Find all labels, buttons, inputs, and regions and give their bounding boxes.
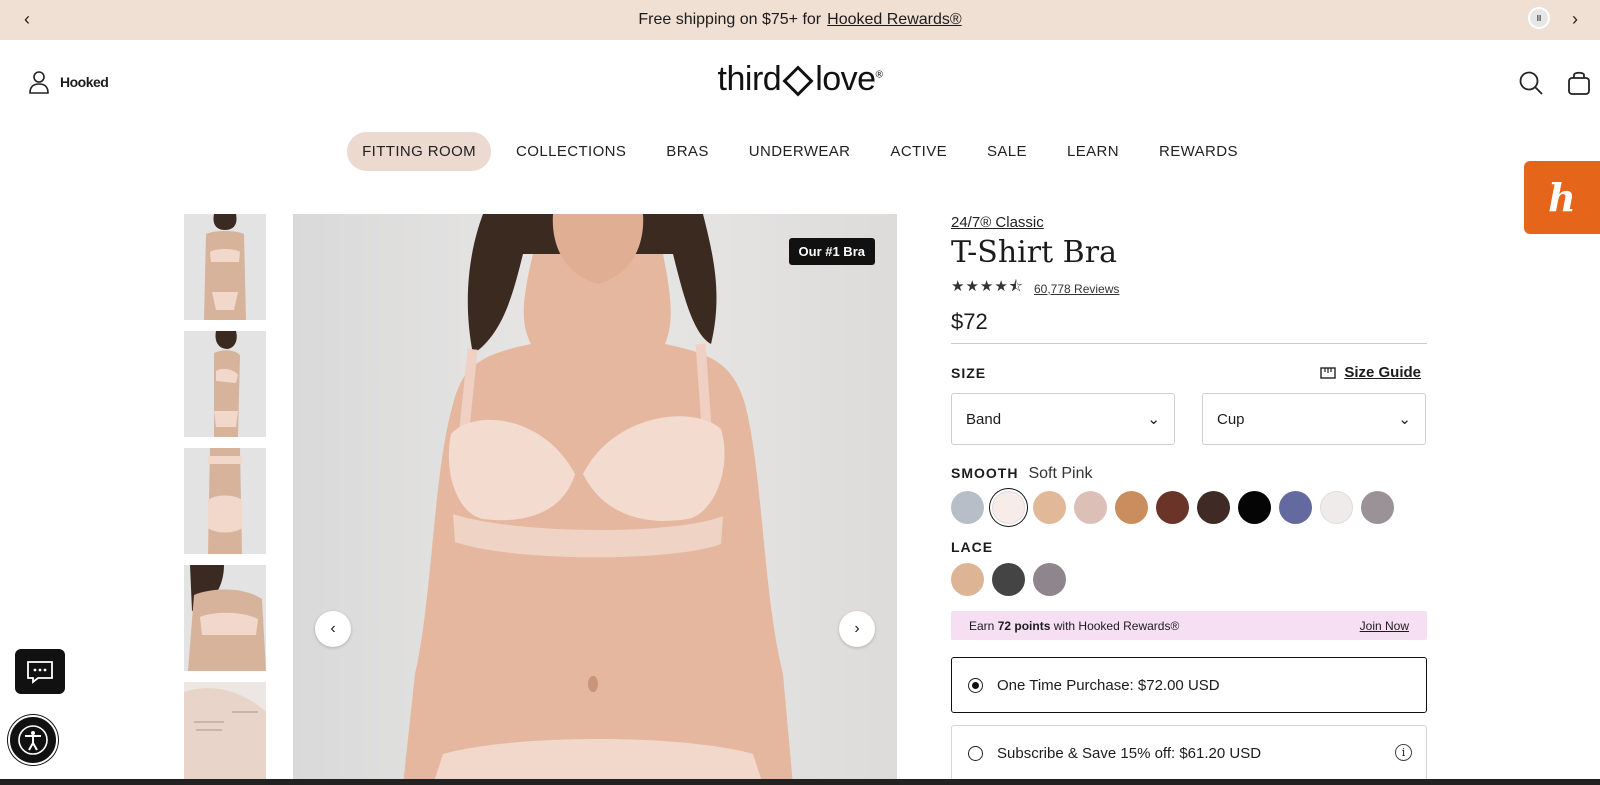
promo-text: Free shipping on $75+ for xyxy=(638,11,822,28)
rewards-post: with Hooked Rewards® xyxy=(1053,618,1180,633)
chat-icon xyxy=(27,660,53,684)
smooth-color-swatch[interactable] xyxy=(1156,491,1189,524)
chevron-right-icon: › xyxy=(854,620,860,637)
lace-color-swatch[interactable] xyxy=(1033,563,1066,596)
product-price: $72 xyxy=(951,309,1427,344)
star-rating-icon: ★★★★⯪ xyxy=(951,278,1024,295)
promo-link[interactable]: Hooked Rewards® xyxy=(827,11,962,29)
product-thumbnail[interactable] xyxy=(184,331,266,437)
logo-diamond-icon xyxy=(782,65,814,97)
accessibility-button[interactable] xyxy=(8,715,58,765)
radio-selected-icon xyxy=(968,677,983,693)
nav-bras[interactable]: BRAS xyxy=(651,132,723,171)
size-label: SIZE xyxy=(951,364,987,381)
smooth-color-swatch[interactable] xyxy=(1074,491,1107,524)
product-thumbnail[interactable] xyxy=(184,214,266,320)
accessibility-icon xyxy=(18,725,48,755)
rewards-text: Earn 72 points with Hooked Rewards® xyxy=(969,619,1179,633)
lace-label: LACE xyxy=(951,539,994,555)
search-icon[interactable] xyxy=(1518,70,1544,96)
nav-active[interactable]: ACTIVE xyxy=(875,132,962,171)
smooth-color-swatch[interactable] xyxy=(1279,491,1312,524)
nav-fitting-room[interactable]: FITTING ROOM xyxy=(347,132,492,171)
size-guide-link[interactable]: Size Guide xyxy=(1320,364,1421,381)
chevron-down-icon: ⌄ xyxy=(1147,411,1160,428)
cup-select-value: Cup xyxy=(1217,410,1245,428)
product-badge: Our #1 Bra xyxy=(788,238,875,265)
band-select[interactable]: Band ⌄ xyxy=(951,393,1175,445)
rewards-pre: Earn xyxy=(969,618,995,633)
rating: ★★★★⯪ 60,778 Reviews xyxy=(951,276,1427,301)
product-thumbnail[interactable] xyxy=(184,565,266,671)
one-time-purchase-label: One Time Purchase: $72.00 USD xyxy=(997,676,1220,694)
band-select-value: Band xyxy=(966,410,1002,428)
lace-swatch-list xyxy=(951,563,1427,596)
smooth-color-swatch[interactable] xyxy=(951,491,984,524)
reviews-link[interactable]: 60,778 Reviews xyxy=(1034,282,1119,296)
smooth-color-swatch[interactable] xyxy=(1033,491,1066,524)
cart-icon[interactable] xyxy=(1566,70,1592,96)
chevron-left-icon: ‹ xyxy=(330,620,336,637)
info-icon[interactable]: i xyxy=(1395,744,1412,761)
logo-mark: ® xyxy=(875,69,883,81)
nav-learn[interactable]: LEARN xyxy=(1052,132,1134,171)
collection-link[interactable]: 24/7® Classic xyxy=(951,214,1427,231)
smooth-color-swatch[interactable] xyxy=(1197,491,1230,524)
one-time-purchase-option[interactable]: One Time Purchase: $72.00 USD xyxy=(951,657,1427,713)
main-nav: FITTING ROOM COLLECTIONS BRAS UNDERWEAR … xyxy=(0,132,1600,171)
model-photo xyxy=(403,214,793,785)
radio-icon xyxy=(968,745,983,761)
smooth-color-swatch[interactable] xyxy=(992,491,1025,524)
size-guide-label: Size Guide xyxy=(1344,364,1421,381)
join-now-link[interactable]: Join Now xyxy=(1360,619,1409,633)
bottom-bar xyxy=(0,779,1600,785)
smooth-color-swatch[interactable] xyxy=(1320,491,1353,524)
smooth-color-swatch[interactable] xyxy=(1238,491,1271,524)
ruler-icon xyxy=(1320,366,1337,379)
lace-color-swatch[interactable] xyxy=(992,563,1025,596)
cup-select[interactable]: Cup ⌄ xyxy=(1202,393,1426,445)
lace-color-swatch[interactable] xyxy=(951,563,984,596)
product-thumbnail[interactable] xyxy=(184,448,266,554)
chevron-left-icon[interactable]: ‹ xyxy=(16,8,38,30)
promo-bar: ‹ Free shipping on $75+ for Hooked Rewar… xyxy=(0,0,1600,40)
smooth-label: SMOOTH xyxy=(951,465,1019,481)
honey-logo-icon: h xyxy=(1548,175,1576,220)
nav-sale[interactable]: SALE xyxy=(972,132,1042,171)
chevron-right-icon[interactable]: › xyxy=(1564,8,1586,30)
chat-button[interactable] xyxy=(15,649,65,694)
nav-underwear[interactable]: UNDERWEAR xyxy=(734,132,866,171)
logo-text-left: third xyxy=(717,60,782,98)
smooth-color-swatch[interactable] xyxy=(1115,491,1148,524)
rewards-points: 72 points xyxy=(997,618,1051,633)
product-main-image: Our #1 Bra ‹ › xyxy=(293,214,897,785)
nav-rewards[interactable]: REWARDS xyxy=(1144,132,1253,171)
carousel-prev-button[interactable]: ‹ xyxy=(315,611,351,647)
rewards-banner: Earn 72 points with Hooked Rewards® Join… xyxy=(951,611,1427,640)
smooth-color-swatch[interactable] xyxy=(1361,491,1394,524)
logo-text-right: love xyxy=(815,60,876,98)
product-thumbnail[interactable] xyxy=(184,682,266,785)
thumbnail-list xyxy=(184,214,266,785)
carousel-next-button[interactable]: › xyxy=(839,611,875,647)
subscribe-label: Subscribe & Save 15% off: $61.20 USD xyxy=(997,744,1262,762)
nav-collections[interactable]: COLLECTIONS xyxy=(501,132,641,171)
selected-color-name: Soft Pink xyxy=(1028,465,1093,482)
pause-icon[interactable]: II xyxy=(1528,7,1550,29)
product-panel: 24/7® Classic T-Shirt Bra ★★★★⯪ 60,778 R… xyxy=(951,214,1427,781)
subscribe-option[interactable]: Subscribe & Save 15% off: $61.20 USD i xyxy=(951,725,1427,781)
product-title: T-Shirt Bra xyxy=(951,235,1117,270)
chevron-down-icon: ⌄ xyxy=(1398,411,1411,428)
site-header: Hooked third love® xyxy=(0,40,1600,130)
site-logo[interactable]: third love® xyxy=(0,60,1600,99)
smooth-swatch-list xyxy=(951,491,1427,524)
honey-extension-button[interactable]: h xyxy=(1524,161,1600,234)
